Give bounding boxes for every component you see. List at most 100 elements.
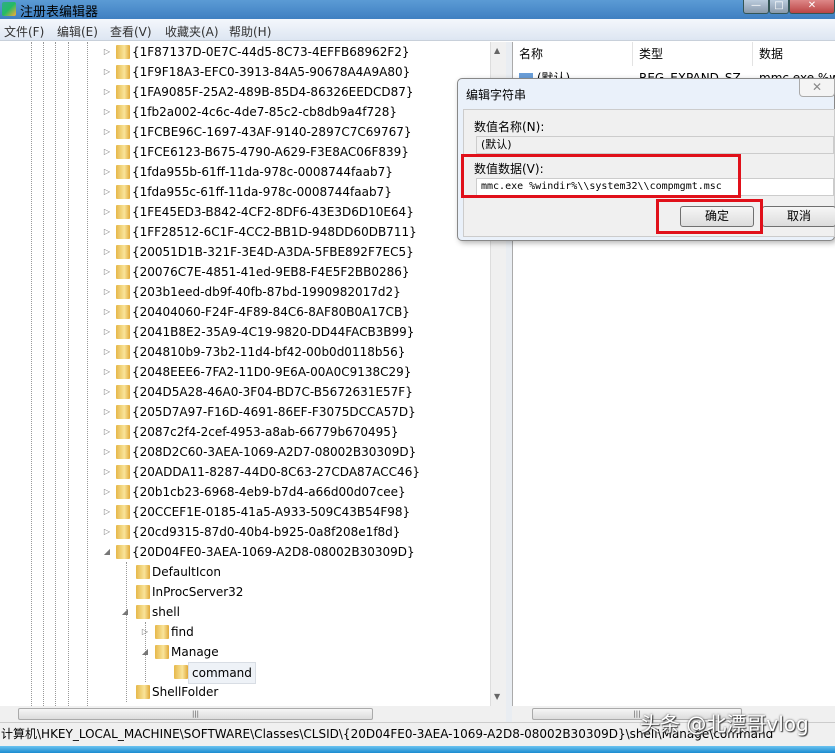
folder-icon (116, 525, 130, 539)
expand-arrow-icon[interactable]: ▷ (102, 442, 112, 462)
expand-arrow-icon[interactable]: ▷ (102, 282, 112, 302)
folder-icon (116, 205, 130, 219)
tree-item[interactable]: ▷ {1FCBE96C-1697-43AF-9140-2897C7C69767} (0, 122, 490, 142)
dialog-title: 编辑字符串 (466, 86, 526, 103)
tree-item[interactable]: ▷{1fda955b-61ff-11da-978c-0008744faab7} (0, 162, 490, 182)
expand-arrow-icon[interactable]: ▷ (102, 62, 112, 82)
expand-arrow-icon[interactable]: ▷ (102, 102, 112, 122)
folder-icon (116, 285, 130, 299)
collapse-arrow-icon[interactable]: ◢ (140, 642, 150, 662)
collapse-arrow-icon[interactable]: ◢ (120, 602, 130, 622)
tree-item[interactable]: ▷{20051D1B-321F-3E4D-A3DA-5FBE892F7EC5} (0, 242, 490, 262)
tree-horizontal-scrollbar[interactable]: ||| (0, 706, 506, 722)
column-header-name[interactable]: 名称 (513, 42, 633, 66)
expand-arrow-icon[interactable]: ▷ (102, 302, 112, 322)
tree-item-label: {20ADDA11-8287-44D0-8C63-27CDA87ACC46} (132, 462, 420, 482)
tree-item[interactable]: ▷{20076C7E-4851-41ed-9EB8-F4E5F2BB0286} (0, 262, 490, 282)
tree-item-label: {1FCBE96C-1697-43AF-9140-2897C7C69767} (132, 122, 412, 142)
column-header-type[interactable]: 类型 (633, 42, 753, 66)
tree-item-inprocserver32[interactable]: InProcServer32 (0, 582, 490, 602)
tree-item[interactable]: ▷{1F9F18A3-EFC0-3913-84A5-90678A4A9A80} (0, 62, 490, 82)
tree-item[interactable]: ▷{204D5A28-46A0-3F04-BD7C-B5672631E57F} (0, 382, 490, 402)
taskbar (0, 746, 835, 753)
highlight-box-ok (656, 199, 763, 234)
expand-arrow-icon[interactable]: ▷ (102, 342, 112, 362)
tree-item[interactable]: ▷{1FF28512-6C1F-4CC2-BB1D-948DD60DB711} (0, 222, 490, 242)
folder-icon (116, 345, 130, 359)
tree-item-label: {20CCEF1E-0185-41a5-A933-509C43B54F98} (132, 502, 410, 522)
tree-item-shell[interactable]: ◢shell (0, 602, 490, 622)
tree-item-label: {1F87137D-0E7C-44d5-8C73-4EFFB68962F2} (132, 42, 410, 62)
expand-arrow-icon[interactable]: ▷ (102, 362, 112, 382)
expand-arrow-icon[interactable]: ▷ (102, 82, 112, 102)
tree-item[interactable]: ▷{205D7A97-F16D-4691-86EF-F3075DCCA57D} (0, 402, 490, 422)
close-button[interactable]: ✕ (789, 0, 835, 14)
expand-arrow-icon[interactable]: ▷ (102, 422, 112, 442)
tree-item[interactable]: ▷{2048EEE6-7FA2-11D0-9E6A-00A0C9138C29} (0, 362, 490, 382)
tree-item-expanded[interactable]: ◢{20D04FE0-3AEA-1069-A2D8-08002B30309D} (0, 542, 490, 562)
tree-item-defaulticon[interactable]: DefaultIcon (0, 562, 490, 582)
expand-arrow-icon[interactable]: ▷ (102, 462, 112, 482)
maximize-button[interactable]: □ (769, 0, 789, 14)
expand-arrow-icon[interactable]: ▷ (102, 182, 112, 202)
tree-item-label: {1fb2a002-4c6c-4de7-85c2-cb8db9a4f728} (132, 102, 397, 122)
tree-item[interactable]: ▷ {1fb2a002-4c6c-4de7-85c2-cb8db9a4f728} (0, 102, 490, 122)
tree-item-manage[interactable]: ◢Manage (0, 642, 490, 662)
tree-item[interactable]: ▷{20cd9315-87d0-40b4-b925-0a8f208e1f8d} (0, 522, 490, 542)
tree-item[interactable]: ▷{20b1cb23-6968-4eb9-b7d4-a66d00d07cee} (0, 482, 490, 502)
menu-edit[interactable]: 编辑(E) (57, 23, 98, 40)
tree-item-label: ShellFolder (152, 682, 218, 702)
tree-item[interactable]: ▷{1FE45ED3-B842-4CF2-8DF6-43E3D6D10E64} (0, 202, 490, 222)
expand-arrow-icon[interactable]: ▷ (102, 482, 112, 502)
expand-arrow-icon[interactable]: ▷ (102, 222, 112, 242)
collapse-arrow-icon[interactable]: ◢ (102, 542, 112, 562)
menu-help[interactable]: 帮助(H) (229, 23, 271, 40)
registry-tree[interactable]: ▷{1F87137D-0E7C-44d5-8C73-4EFFB68962F2}▷… (0, 42, 490, 706)
tree-item[interactable]: ▷ {20CCEF1E-0185-41a5-A933-509C43B54F98} (0, 502, 490, 522)
column-header-data[interactable]: 数据 (753, 42, 835, 66)
tree-item-command[interactable]: command (0, 662, 490, 682)
expand-arrow-icon[interactable]: ▷ (102, 142, 112, 162)
expand-arrow-icon[interactable]: ▷ (140, 622, 150, 642)
folder-icon (116, 385, 130, 399)
tree-item-find[interactable]: ▷find (0, 622, 490, 642)
expand-arrow-icon[interactable]: ▷ (102, 502, 112, 522)
expand-arrow-icon[interactable]: ▷ (102, 162, 112, 182)
cancel-button[interactable]: 取消 (762, 206, 835, 227)
tree-item[interactable]: ▷{2087c2f4-2cef-4953-a8ab-66779b670495} (0, 422, 490, 442)
tree-item[interactable]: ▷{20404060-F24F-4F89-84C6-8AF80B0A17CB} (0, 302, 490, 322)
tree-item-label: {204810b9-73b2-11d4-bf42-00b0d0118b56} (132, 342, 405, 362)
tree-item[interactable]: ▷ {20ADDA11-8287-44D0-8C63-27CDA87ACC46} (0, 462, 490, 482)
menu-view[interactable]: 查看(V) (110, 23, 152, 40)
expand-arrow-icon[interactable]: ▷ (102, 382, 112, 402)
expand-arrow-icon[interactable]: ▷ (102, 42, 112, 62)
tree-item[interactable]: ▷{203b1eed-db9f-40fb-87bd-1990982017d2} (0, 282, 490, 302)
tree-item[interactable]: ▷ {204810b9-73b2-11d4-bf42-00b0d0118b56} (0, 342, 490, 362)
tree-item-shellfolder[interactable]: ShellFolder (0, 682, 490, 702)
tree-item[interactable]: ▷{1FCE6123-B675-4790-A629-F3E8AC06F839} (0, 142, 490, 162)
dialog-close-button[interactable]: ✕ (799, 79, 835, 97)
folder-icon (116, 65, 130, 79)
expand-arrow-icon[interactable]: ▷ (102, 262, 112, 282)
title-bar: 注册表编辑器 — □ ✕ (0, 0, 835, 19)
menu-favorites[interactable]: 收藏夹(A) (165, 23, 219, 40)
folder-icon (116, 45, 130, 59)
tree-item[interactable]: ▷ {1F87137D-0E7C-44d5-8C73-4EFFB68962F2} (0, 42, 490, 62)
minimize-button[interactable]: — (743, 0, 769, 14)
regedit-icon (2, 2, 16, 16)
tree-item[interactable]: ▷{208D2C60-3AEA-1069-A2D7-08002B30309D} (0, 442, 490, 462)
expand-arrow-icon[interactable]: ▷ (102, 402, 112, 422)
tree-item[interactable]: ▷ {2041B8E2-35A9-4C19-9820-DD44FACB3B99} (0, 322, 490, 342)
expand-arrow-icon[interactable]: ▷ (102, 122, 112, 142)
expand-arrow-icon[interactable]: ▷ (102, 242, 112, 262)
tree-item[interactable]: ▷ {1fda955c-61ff-11da-978c-0008744faab7} (0, 182, 490, 202)
expand-arrow-icon[interactable]: ▷ (102, 322, 112, 342)
tree-item-label: {1fda955c-61ff-11da-978c-0008744faab7} (132, 182, 392, 202)
expand-arrow-icon[interactable]: ▷ (102, 202, 112, 222)
folder-icon (116, 545, 130, 559)
folder-icon (155, 645, 169, 659)
tree-item-label: {2041B8E2-35A9-4C19-9820-DD44FACB3B99} (132, 322, 414, 342)
expand-arrow-icon[interactable]: ▷ (102, 522, 112, 542)
tree-item[interactable]: ▷{1FA9085F-25A2-489B-85D4-86326EEDCD87} (0, 82, 490, 102)
menu-file[interactable]: 文件(F) (4, 23, 44, 40)
